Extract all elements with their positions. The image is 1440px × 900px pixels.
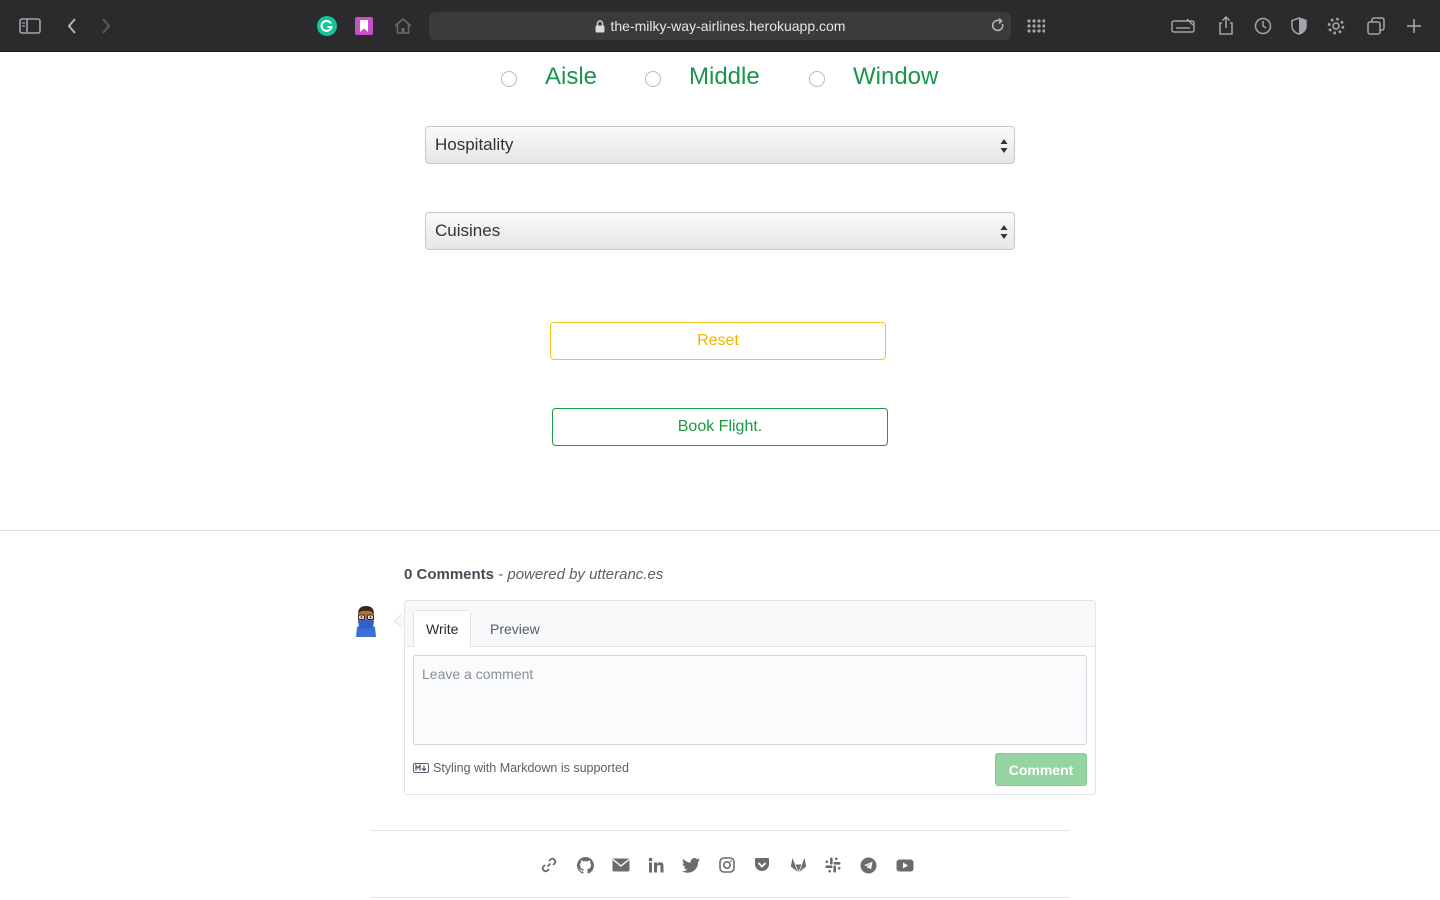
footer-divider-bottom	[370, 897, 1070, 898]
comment-box: Write Preview Leave a comment Styling wi…	[404, 600, 1096, 795]
select-arrows-icon	[1000, 139, 1008, 153]
reset-button[interactable]: Reset	[550, 322, 886, 360]
page-content: Aisle Middle Window Hospitality Cuisines…	[0, 52, 1440, 900]
slack-icon[interactable]	[823, 855, 843, 875]
seat-preference-group: Aisle Middle Window	[0, 60, 1440, 96]
email-icon[interactable]	[611, 855, 631, 875]
address-bar[interactable]: the-milky-way-airlines.herokuapp.com	[429, 12, 1011, 40]
share-icon[interactable]	[1214, 14, 1238, 38]
new-tab-icon[interactable]	[1402, 14, 1426, 38]
forward-icon[interactable]	[94, 14, 118, 38]
history-icon[interactable]	[1251, 14, 1275, 38]
hospitality-select-value: Hospitality	[435, 135, 514, 154]
comment-tabs-bar: Write Preview	[405, 601, 1095, 648]
seat-option-aisle[interactable]: Aisle	[501, 60, 597, 94]
seat-option-middle[interactable]: Middle	[645, 60, 760, 94]
comments-count: 0 Comments	[404, 566, 495, 583]
markdown-icon	[413, 763, 429, 773]
book-flight-button[interactable]: Book Flight.	[552, 408, 888, 446]
hospitality-select[interactable]: Hospitality	[425, 126, 1015, 164]
gitlab-icon[interactable]	[788, 855, 808, 875]
telegram-icon[interactable]	[858, 855, 878, 875]
middle-radio[interactable]	[645, 71, 661, 87]
sidebar-icon[interactable]	[18, 14, 42, 38]
window-label[interactable]: Window	[853, 60, 938, 94]
select-arrows-icon	[1000, 225, 1008, 239]
cuisines-select-value: Cuisines	[435, 221, 501, 240]
lock-icon	[595, 19, 605, 33]
link-icon[interactable]	[539, 855, 559, 875]
instagram-icon[interactable]	[717, 855, 737, 875]
youtube-icon[interactable]	[895, 855, 915, 875]
settings-icon[interactable]	[1324, 14, 1348, 38]
tab-write[interactable]: Write	[413, 610, 472, 648]
markdown-note-text: Styling with Markdown is supported	[433, 761, 629, 775]
url-text: the-milky-way-airlines.herokuapp.com	[610, 18, 846, 34]
tabs-icon[interactable]	[1364, 14, 1388, 38]
aisle-radio[interactable]	[501, 71, 517, 87]
github-icon[interactable]	[575, 855, 595, 875]
back-icon[interactable]	[60, 14, 84, 38]
pocket-icon[interactable]	[752, 855, 772, 875]
aisle-label[interactable]: Aisle	[545, 60, 597, 94]
reload-icon[interactable]	[991, 18, 1005, 33]
apps-grid-icon[interactable]	[1024, 14, 1048, 38]
comment-textarea[interactable]: Leave a comment	[413, 655, 1087, 745]
bookmark-extension-icon[interactable]	[352, 14, 376, 38]
section-divider	[0, 530, 1440, 531]
cuisines-select[interactable]: Cuisines	[425, 212, 1015, 250]
keyboard-icon[interactable]	[1171, 14, 1195, 38]
comments-header: 0 Comments - powered by utteranc.es	[404, 566, 663, 583]
twitter-icon[interactable]	[681, 855, 701, 875]
powered-by-link[interactable]: powered by utteranc.es	[507, 566, 663, 583]
middle-label[interactable]: Middle	[689, 60, 760, 94]
linkedin-icon[interactable]	[646, 855, 666, 875]
home-icon[interactable]	[391, 14, 415, 38]
tab-preview[interactable]: Preview	[478, 610, 552, 647]
comment-submit-button[interactable]: Comment	[995, 753, 1087, 786]
grammarly-icon[interactable]	[315, 14, 339, 38]
avatar[interactable]	[354, 605, 378, 637]
markdown-note[interactable]: Styling with Markdown is supported	[413, 761, 629, 775]
footer-divider-top	[370, 830, 1070, 831]
seat-option-window[interactable]: Window	[809, 60, 938, 94]
window-radio[interactable]	[809, 71, 825, 87]
browser-toolbar: the-milky-way-airlines.herokuapp.com	[0, 0, 1440, 52]
powered-separator: -	[494, 566, 508, 583]
privacy-icon[interactable]	[1287, 14, 1311, 38]
